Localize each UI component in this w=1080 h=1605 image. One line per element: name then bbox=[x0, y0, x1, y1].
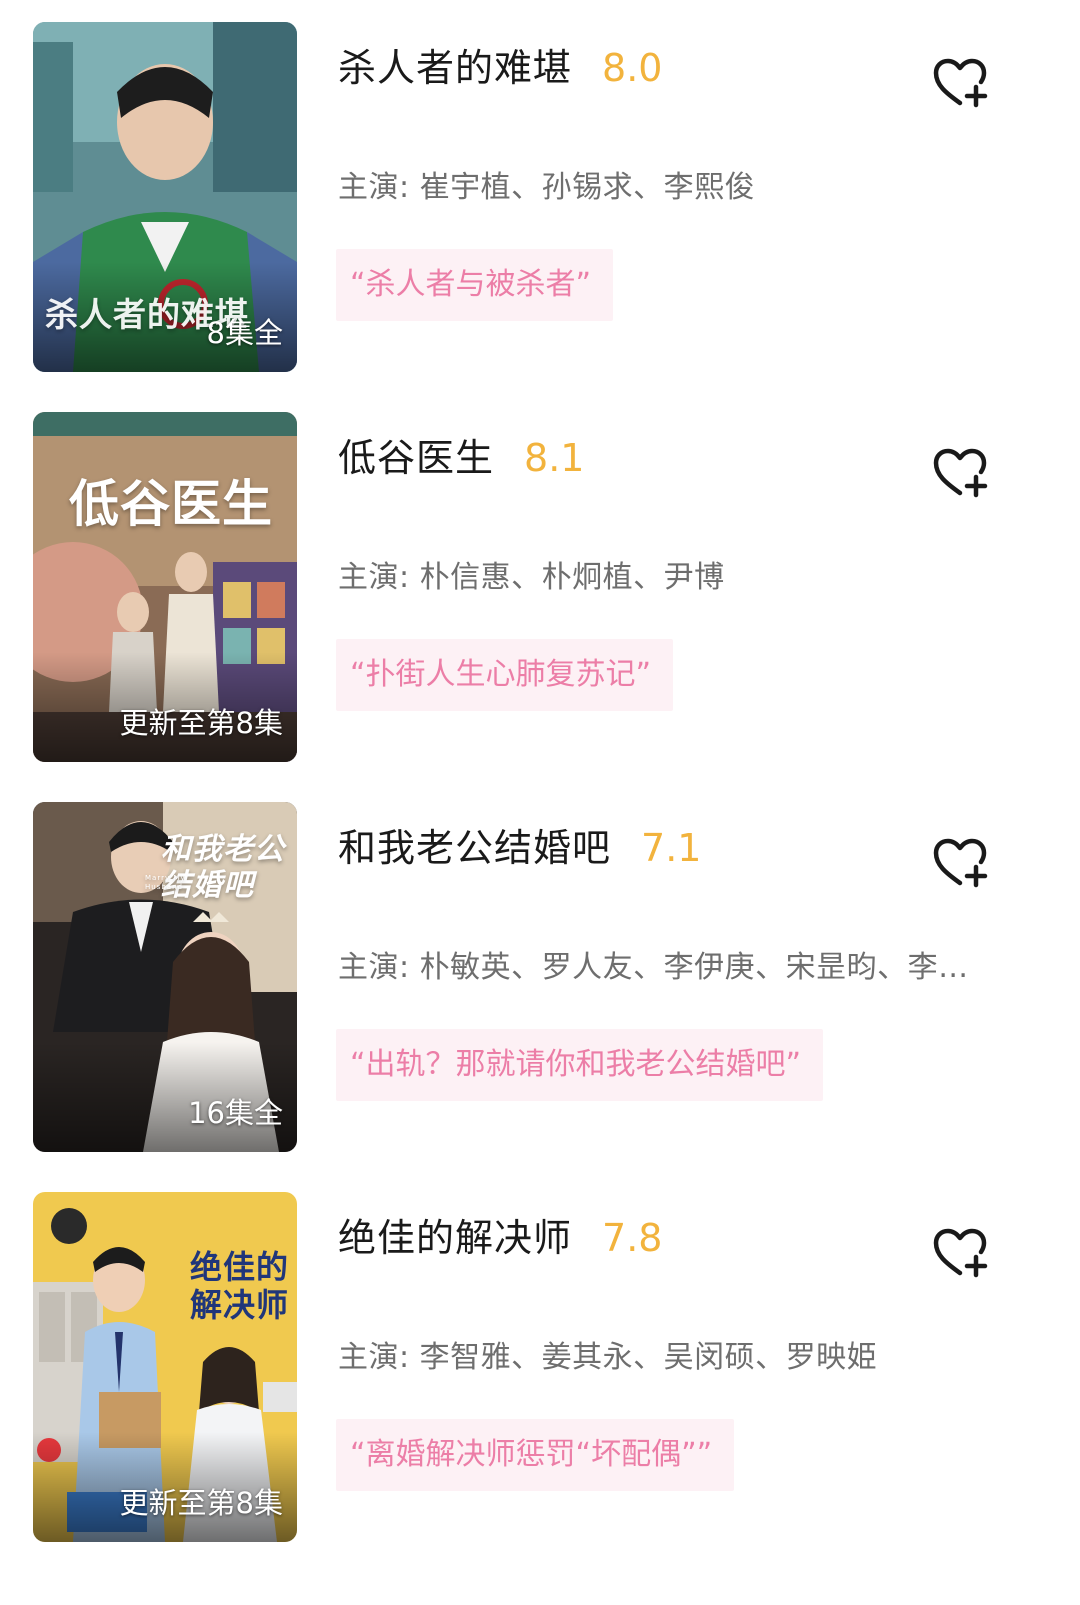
title-row: 杀人者的难堪 8.0 bbox=[338, 40, 662, 96]
poster[interactable]: 和我老公结婚吧 Marry My Husband 16集全 bbox=[33, 802, 297, 1152]
favorite-button[interactable] bbox=[930, 836, 990, 888]
tagline-badge: “出轨？那就请你和我老公结婚吧” bbox=[336, 1029, 824, 1101]
poster[interactable]: 低谷医生 更新至第8集 bbox=[33, 412, 297, 762]
drama-title[interactable]: 杀人者的难堪 bbox=[338, 40, 572, 96]
tagline-badge: “扑街人生心肺复苏记” bbox=[336, 639, 674, 711]
episode-status: 8集全 bbox=[206, 316, 283, 350]
poster[interactable]: 杀人者的难堪 8集全 bbox=[33, 22, 297, 372]
drama-item[interactable]: 绝佳的解决师 更新至第8集 绝佳的解决师 7.8 主演: 李智雅、姜其永、吴闵硕… bbox=[0, 1192, 1080, 1552]
poster-logo-english: Marry My Husband bbox=[145, 874, 186, 891]
poster[interactable]: 绝佳的解决师 更新至第8集 bbox=[33, 1192, 297, 1542]
rating-score: 7.1 bbox=[641, 826, 702, 870]
tagline-badge: “离婚解决师惩罚“坏配偶”” bbox=[336, 1419, 735, 1491]
favorite-button[interactable] bbox=[930, 56, 990, 108]
favorite-button[interactable] bbox=[930, 446, 990, 498]
drama-item[interactable]: 低谷医生 更新至第8集 低谷医生 8.1 主演: 朴信惠、朴炯植、尹博 “扑街人… bbox=[0, 412, 1080, 772]
cast-list: 主演: 崔宇植、孙锡求、李熙俊 bbox=[338, 170, 756, 205]
poster-logo: 低谷医生 bbox=[69, 475, 273, 533]
episode-status: 更新至第8集 bbox=[119, 706, 283, 740]
favorite-button[interactable] bbox=[930, 1226, 990, 1278]
drama-item[interactable]: 杀人者的难堪 8集全 杀人者的难堪 8.0 主演: 崔宇植、孙锡求、李熙俊 “杀… bbox=[0, 22, 1080, 382]
rating-score: 7.8 bbox=[602, 1216, 663, 1260]
heart-plus-icon bbox=[933, 1228, 988, 1278]
cast-list: 主演: 朴敏英、罗人友、李伊庚、宋昰昀、李… bbox=[338, 950, 969, 985]
episode-status: 16集全 bbox=[188, 1096, 283, 1130]
cast-list: 主演: 朴信惠、朴炯植、尹博 bbox=[338, 560, 725, 595]
drama-title[interactable]: 低谷医生 bbox=[338, 430, 494, 486]
heart-plus-icon bbox=[933, 448, 988, 498]
poster-logo: 和我老公结婚吧 bbox=[161, 832, 285, 903]
drama-title[interactable]: 和我老公结婚吧 bbox=[338, 820, 611, 876]
title-row: 绝佳的解决师 7.8 bbox=[338, 1210, 662, 1266]
drama-list: 杀人者的难堪 8集全 杀人者的难堪 8.0 主演: 崔宇植、孙锡求、李熙俊 “杀… bbox=[0, 0, 1080, 1605]
heart-plus-icon bbox=[933, 58, 988, 108]
poster-logo: 绝佳的解决师 bbox=[189, 1248, 289, 1324]
rating-score: 8.0 bbox=[602, 46, 663, 90]
drama-item[interactable]: 和我老公结婚吧 Marry My Husband 16集全 和我老公结婚吧 7.… bbox=[0, 802, 1080, 1162]
drama-title[interactable]: 绝佳的解决师 bbox=[338, 1210, 572, 1266]
episode-status: 更新至第8集 bbox=[119, 1486, 283, 1520]
title-row: 和我老公结婚吧 7.1 bbox=[338, 820, 701, 876]
tagline-badge: “杀人者与被杀者” bbox=[336, 249, 614, 321]
rating-score: 8.1 bbox=[524, 436, 585, 480]
title-row: 低谷医生 8.1 bbox=[338, 430, 584, 486]
cast-list: 主演: 李智雅、姜其永、吴闵硕、罗映姫 bbox=[338, 1340, 878, 1375]
heart-plus-icon bbox=[933, 838, 988, 888]
